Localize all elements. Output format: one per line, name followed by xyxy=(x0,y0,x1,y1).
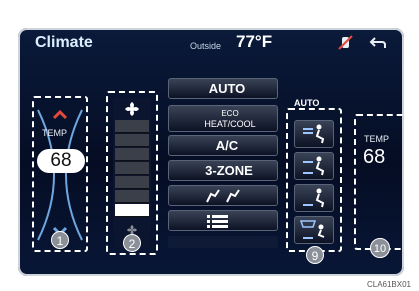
bottom-strip xyxy=(168,236,278,248)
seat-sync-icon xyxy=(206,189,240,203)
climate-screen: Climate Outside 77°F TEMP 68 1 2 3 xyxy=(18,28,404,276)
fan-segment xyxy=(115,190,149,203)
outside-temp: 77°F xyxy=(236,32,273,51)
ac-button[interactable]: A/C xyxy=(168,135,278,156)
callout-9: 9 xyxy=(306,246,324,264)
callout-1: 1 xyxy=(51,231,69,249)
fan-segment xyxy=(115,134,149,147)
mode-auto-label: AUTO xyxy=(294,98,320,108)
vent-feet-button[interactable] xyxy=(294,184,334,212)
back-arrow-icon[interactable] xyxy=(368,34,388,52)
auto-button[interactable]: AUTO xyxy=(168,78,278,99)
three-zone-button[interactable]: 3-ZONE xyxy=(168,160,278,181)
fan-segment-active xyxy=(115,204,149,217)
page-title: Climate xyxy=(35,34,93,51)
eco-heat-cool-button[interactable]: ECO HEAT/COOL xyxy=(168,105,278,132)
fan-segment xyxy=(115,120,149,133)
left-temp-control[interactable] xyxy=(34,100,86,250)
fan-segment xyxy=(115,162,149,175)
vent-face-feet-button[interactable] xyxy=(294,152,334,180)
seat-sync-button[interactable] xyxy=(168,185,278,206)
vent-face-icon xyxy=(303,124,325,144)
temp-up-icon xyxy=(52,109,68,120)
fan-segment xyxy=(115,148,149,161)
right-temp-label: TEMP xyxy=(364,134,390,144)
left-temp-label: TEMP xyxy=(42,128,68,138)
fan-off-icon[interactable] xyxy=(336,34,356,52)
vent-feet-defrost-icon xyxy=(299,220,325,239)
image-code: CLA61BX01 xyxy=(366,280,411,289)
vent-face-feet-icon xyxy=(303,156,325,176)
options-menu-icon xyxy=(207,215,228,228)
header-bar: Climate Outside 77°F xyxy=(18,28,404,58)
right-temp-value[interactable]: 68 xyxy=(363,146,385,169)
vent-feet-icon xyxy=(303,188,325,208)
outside-label: Outside xyxy=(190,41,222,51)
left-temp-value: 68 xyxy=(37,149,85,173)
vent-feet-defrost-button[interactable] xyxy=(294,216,334,244)
fan-segment xyxy=(115,176,149,189)
callout-2: 2 xyxy=(123,234,141,252)
vent-face-button[interactable] xyxy=(294,120,334,148)
callout-10: 10 xyxy=(370,238,390,258)
options-menu-button[interactable] xyxy=(168,210,278,231)
fan-high-icon xyxy=(125,102,139,116)
